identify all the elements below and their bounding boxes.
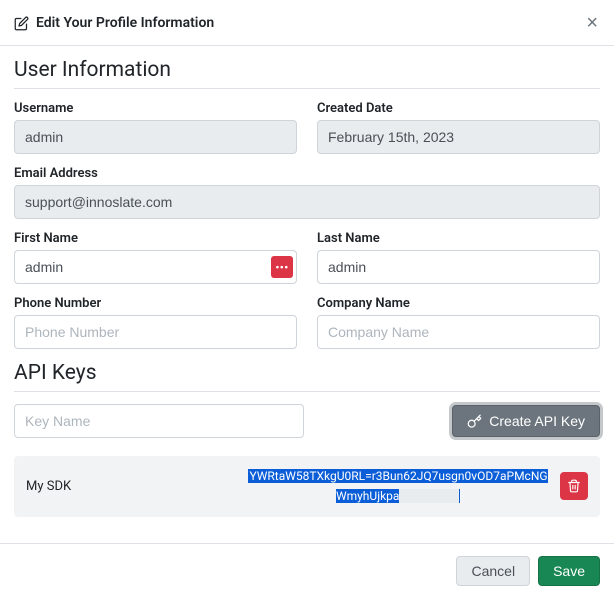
- api-keys-section: API Keys Create API Key My SDK YWRtaW58T…: [14, 361, 600, 517]
- created-date-field: [317, 120, 600, 154]
- key-name-input[interactable]: [14, 404, 304, 438]
- save-button[interactable]: Save: [538, 556, 600, 586]
- trash-icon: [567, 479, 581, 493]
- last-name-label: Last Name: [317, 231, 600, 246]
- create-api-key-button[interactable]: Create API Key: [452, 405, 600, 437]
- first-name-label: First Name: [14, 231, 297, 246]
- api-key-name: My SDK: [26, 479, 236, 494]
- company-label: Company Name: [317, 296, 600, 311]
- modal-title-text: Edit Your Profile Information: [36, 15, 214, 31]
- email-field: [14, 185, 600, 219]
- edit-icon: [14, 16, 29, 31]
- modal-body: User Information Username Created Date E…: [0, 46, 614, 517]
- username-label: Username: [14, 101, 297, 116]
- cancel-button[interactable]: Cancel: [456, 556, 530, 586]
- phone-label: Phone Number: [14, 296, 297, 311]
- ellipsis-icon: •••: [275, 261, 288, 274]
- api-keys-heading: API Keys: [14, 361, 600, 392]
- modal-title: Edit Your Profile Information: [14, 15, 214, 31]
- create-api-key-label: Create API Key: [489, 413, 585, 429]
- phone-field[interactable]: [14, 315, 297, 349]
- company-field[interactable]: [317, 315, 600, 349]
- delete-api-key-button[interactable]: [560, 472, 588, 500]
- modal-footer: Cancel Save: [0, 543, 614, 600]
- key-icon: [467, 414, 482, 429]
- api-key-value-wrap: YWRtaW58TXkgU0RL=r3Bun62JQ7usgn0vOD7aPMc…: [246, 466, 550, 507]
- close-button[interactable]: ×: [586, 13, 598, 33]
- created-date-label: Created Date: [317, 101, 600, 116]
- email-label: Email Address: [14, 166, 600, 181]
- api-key-value[interactable]: YWRtaW58TXkgU0RL=r3Bun62JQ7usgn0vOD7aPMc…: [248, 469, 547, 503]
- name-options-button[interactable]: •••: [271, 256, 293, 278]
- username-field: [14, 120, 297, 154]
- first-name-field[interactable]: [14, 250, 297, 284]
- close-icon: ×: [586, 12, 598, 34]
- modal-header: Edit Your Profile Information ×: [0, 0, 614, 46]
- last-name-field[interactable]: [317, 250, 600, 284]
- api-key-row: My SDK YWRtaW58TXkgU0RL=r3Bun62JQ7usgn0v…: [14, 456, 600, 517]
- user-info-heading: User Information: [14, 58, 600, 89]
